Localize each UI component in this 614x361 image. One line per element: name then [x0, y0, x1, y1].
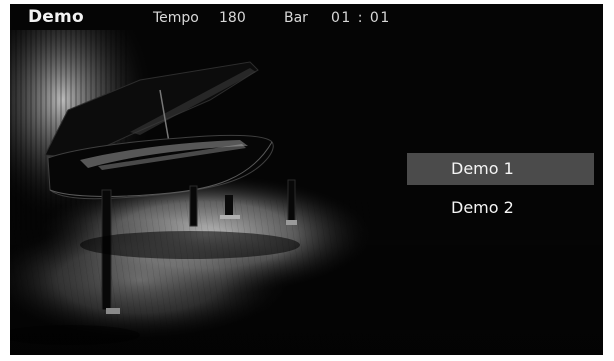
demo-item-1[interactable]: Demo 1 — [407, 153, 594, 185]
tempo-value: 180 — [219, 10, 246, 26]
header-bar: Demo Tempo 180 Bar 01 : 01 — [10, 4, 603, 30]
demo-screen: Demo Tempo 180 Bar 01 : 01 Demo 1 Demo 2 — [10, 4, 603, 355]
bar-value: 01 : 01 — [331, 10, 391, 26]
demo-item-2[interactable]: Demo 2 — [407, 192, 594, 224]
tempo-label: Tempo — [153, 10, 199, 26]
bar-label: Bar — [284, 10, 308, 26]
screen-title: Demo — [28, 7, 84, 27]
demo-list: Demo 1 Demo 2 — [407, 153, 594, 231]
